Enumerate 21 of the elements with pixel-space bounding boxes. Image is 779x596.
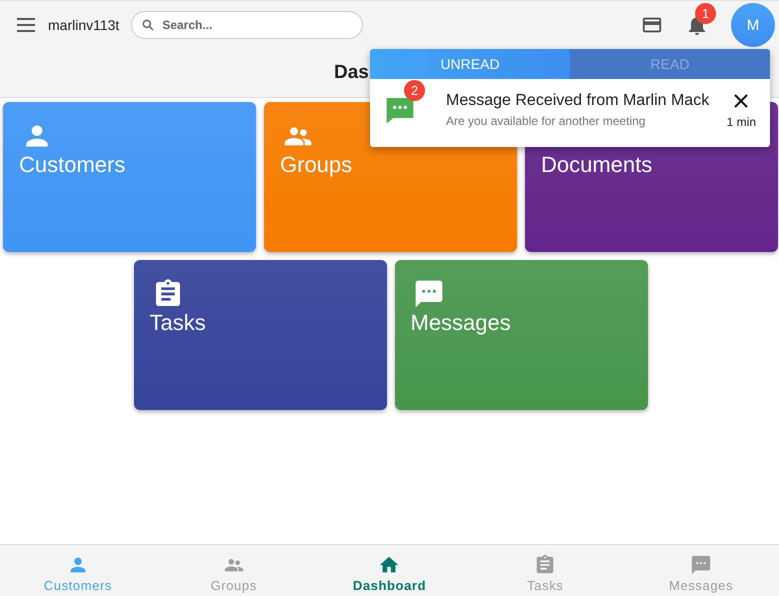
popup-tab[interactable]: READ (570, 49, 770, 79)
dashboard-tile[interactable]: Messages (394, 260, 648, 410)
notification-time: 1 min (726, 115, 756, 129)
nav-tab[interactable]: Tasks (467, 545, 624, 596)
search-icon (141, 18, 156, 32)
search-field[interactable]: Search... (131, 11, 364, 39)
nav-tab[interactable]: Dashboard (312, 545, 468, 596)
menu-icon[interactable] (16, 17, 36, 33)
nav-tab[interactable]: Groups (156, 545, 312, 596)
dashboard-tile[interactable]: Customers (3, 102, 256, 252)
count-badge: 2 (404, 80, 425, 101)
user-avatar[interactable]: M (731, 3, 775, 47)
chat-bubble-icon (690, 554, 712, 576)
clipboard-icon (534, 554, 556, 576)
page-title: Das (334, 62, 369, 84)
dashboard-tile[interactable]: Tasks (134, 260, 386, 410)
app-name: marlinv113t (48, 17, 120, 33)
nav-tab[interactable]: Customers (0, 545, 156, 596)
notification-badge: 1 (695, 3, 716, 24)
nav-tab[interactable]: Messages (623, 545, 779, 596)
popup-tab[interactable]: UNREAD (370, 49, 570, 79)
